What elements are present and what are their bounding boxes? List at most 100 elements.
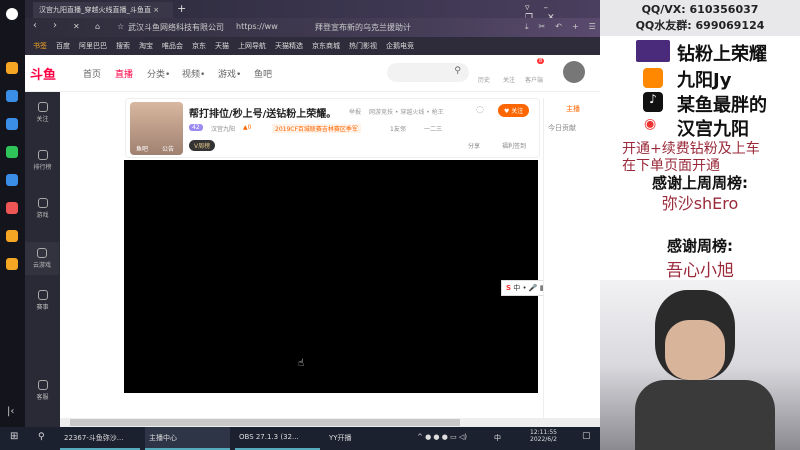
stop-icon[interactable]: ✕ xyxy=(73,22,80,31)
system-tray-icons[interactable]: ^ ● ● ● ▭ ◁) xyxy=(413,427,471,450)
bookmark-item[interactable]: 热门影视 xyxy=(349,41,377,51)
sidebar-item-games[interactable]: 游戏 xyxy=(25,198,60,219)
streamer-name[interactable]: 汉宫九阳 xyxy=(211,124,235,133)
bookmark-item[interactable]: 天猫精选 xyxy=(275,41,303,51)
bookmark-item[interactable]: 百度 xyxy=(56,41,70,51)
streamer-avatar[interactable]: 鱼吧 公告 xyxy=(130,102,183,155)
taskbar-item[interactable]: YY开播 xyxy=(325,427,400,450)
back-icon[interactable]: ‹ xyxy=(33,20,37,31)
overlay-line: 某鱼最胖的 xyxy=(677,95,767,116)
news-ticker[interactable]: 拜登宣布新的乌克兰援助计 xyxy=(315,22,411,33)
wechat-icon[interactable] xyxy=(6,146,18,158)
url-field[interactable]: https://ww xyxy=(236,22,278,31)
follow-button[interactable]: ♥ 关注 xyxy=(498,104,530,117)
bookmark-item[interactable]: 企鹅电竞 xyxy=(386,41,414,51)
sidebar-item-support[interactable]: 客服 xyxy=(25,380,60,401)
video-player[interactable]: S 中 • 🎤 ▦ ☝ xyxy=(124,160,586,393)
sidebar-item-events[interactable]: 赛事 xyxy=(25,290,60,311)
right-panel: 主播 今日贡献 xyxy=(543,98,600,418)
gamepad-icon xyxy=(37,248,47,258)
mouse-cursor-icon: ☝ xyxy=(298,358,305,369)
bookmark-item[interactable]: 唯品会 xyxy=(162,41,183,51)
bookmark-item[interactable]: 淘宝 xyxy=(139,41,153,51)
level-badge: 42 xyxy=(189,124,203,131)
browser-logo-icon[interactable] xyxy=(6,8,18,20)
search-app-icon[interactable] xyxy=(6,230,18,242)
ranking-icon xyxy=(37,150,48,160)
nav-yuba[interactable]: 鱼吧 xyxy=(254,67,272,80)
nav-games[interactable]: 游戏• xyxy=(218,67,241,80)
anchor-tab[interactable]: 主播 xyxy=(566,104,580,114)
follow-header-button[interactable]: 关注 xyxy=(503,75,515,84)
notification-icon[interactable]: ▢ xyxy=(578,427,595,450)
app-icon[interactable] xyxy=(6,202,18,214)
sidebar-label: 云游戏 xyxy=(32,262,51,269)
search-input[interactable]: ⚲ xyxy=(387,63,469,82)
nav-live[interactable]: 直播 xyxy=(115,67,133,80)
sign-in-button[interactable]: 福利签到 xyxy=(502,141,526,150)
forward-icon[interactable]: › xyxy=(53,20,57,31)
nav-category[interactable]: 分类• xyxy=(147,67,170,80)
streamer-face xyxy=(665,320,725,380)
notice-link[interactable]: 公告 xyxy=(162,144,174,153)
home-icon[interactable]: ⌂ xyxy=(95,22,100,31)
site-header: 斗鱼 首页 直播 分类• 视频• 游戏• 鱼吧 ⚲ 历史 关注 客户端 8 xyxy=(25,55,600,92)
new-tab-button[interactable]: + xyxy=(177,2,186,15)
desktop-app-dock xyxy=(0,0,25,427)
sidebar-label: 赛事 xyxy=(36,304,49,311)
sidebar-item-cloud-games[interactable]: 云游戏 xyxy=(25,242,59,275)
tab-bar: 汉宫九阳直播_穿越火线直播_斗鱼直 × + ▿–❐✕ xyxy=(25,0,600,23)
follow-label: 关注 xyxy=(511,108,524,115)
horizontal-scrollbar[interactable] xyxy=(60,418,600,427)
app-icon[interactable] xyxy=(6,174,18,186)
yuba-link[interactable]: 鱼吧 xyxy=(136,144,148,153)
input-language[interactable]: 中 xyxy=(490,427,505,450)
collapse-icon[interactable]: |‹ xyxy=(7,406,14,417)
client-download-button[interactable]: 客户端 xyxy=(525,75,543,84)
bookmark-item[interactable]: 京东商城 xyxy=(312,41,340,51)
app-icon[interactable] xyxy=(6,90,18,102)
nav-video[interactable]: 视频• xyxy=(182,67,205,80)
clock[interactable]: 12:11:55 2022/6/2 xyxy=(530,429,557,443)
taskbar-item[interactable]: OBS 27.1.3 (32... xyxy=(235,427,320,450)
user-avatar[interactable] xyxy=(563,61,585,83)
report-link[interactable]: 举报 xyxy=(349,107,361,116)
toolbar-icons[interactable]: ⤓✂↶+☰ xyxy=(525,22,606,32)
app-icon[interactable] xyxy=(6,258,18,270)
star-icon[interactable]: ☆ xyxy=(117,22,124,31)
ime-mode: 中 xyxy=(513,284,521,292)
douyu-logo[interactable]: 斗鱼 xyxy=(30,64,56,83)
heat-value: ▲0 xyxy=(243,124,252,131)
clock-date: 2022/6/2 xyxy=(530,436,557,443)
bookmark-item[interactable]: 书签 xyxy=(33,41,47,51)
bookmark-item[interactable]: 上网导航 xyxy=(238,41,266,51)
windows-start-icon[interactable]: ⊞ xyxy=(6,427,22,450)
bookmark-item[interactable]: 天猫 xyxy=(215,41,229,51)
taskbar-item[interactable]: 主播中心 xyxy=(145,427,230,450)
app-icon[interactable] xyxy=(6,62,18,74)
app-icon[interactable] xyxy=(6,118,18,130)
room-category[interactable]: 网游竞技 • 穿越火线 • 枪王 xyxy=(369,107,453,116)
bookmark-item[interactable]: 阿里巴巴 xyxy=(79,41,107,51)
history-button[interactable]: 历史 xyxy=(478,75,490,84)
nav-home[interactable]: 首页 xyxy=(83,67,101,80)
browser-window: 汉宫九阳直播_穿越火线直播_斗鱼直 × + ▿–❐✕ ‹ › ✕ ⌂ ☆ 武汉斗… xyxy=(7,0,600,427)
search-icon[interactable]: ⚲ xyxy=(34,427,49,450)
bookmark-item[interactable]: 搜索 xyxy=(116,41,130,51)
taskbar-item[interactable]: 22367-斗鱼弥沙... xyxy=(60,427,140,450)
today-contribution-label[interactable]: 今日贡献 xyxy=(548,123,576,133)
vip-weekly-rank[interactable]: V周榜 xyxy=(189,140,216,151)
sidebar-item-follow[interactable]: 关注 xyxy=(25,102,60,123)
taskbar: ⊞ ⚲ 22367-斗鱼弥沙... 主播中心 OBS 27.1.3 (32...… xyxy=(0,427,600,450)
contact-qq: QQ/VX: 610356037 xyxy=(641,3,759,16)
search-icon[interactable]: ⚲ xyxy=(454,66,461,76)
tab-title: 汉宫九阳直播_穿越火线直播_斗鱼直 xyxy=(39,6,151,14)
share-button[interactable]: 分享 xyxy=(468,141,480,150)
bookmark-item[interactable]: 京东 xyxy=(192,41,206,51)
site-identity: 武汉斗鱼网络科技有限公司 xyxy=(128,23,224,32)
room-tag: 一二三 xyxy=(424,126,443,133)
sidebar-item-ranking[interactable]: 排行榜 xyxy=(25,150,60,171)
browser-tab[interactable]: 汉宫九阳直播_穿越火线直播_斗鱼直 × xyxy=(33,2,173,18)
members-count[interactable]: 1友邻 xyxy=(390,124,406,133)
scrollbar-thumb[interactable] xyxy=(70,419,460,426)
